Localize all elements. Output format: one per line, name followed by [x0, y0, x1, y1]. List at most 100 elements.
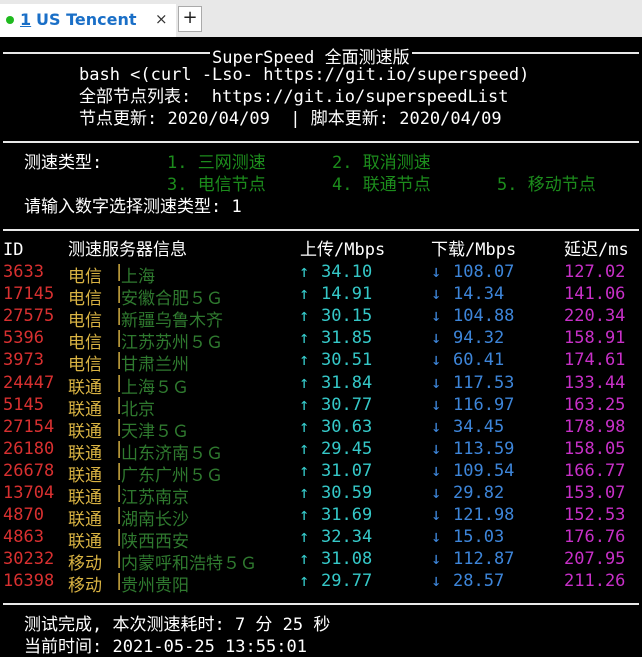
latency-cell: 207.95 [564, 549, 626, 570]
down-arrow-icon: ↓ [431, 416, 442, 437]
up-arrow-icon: ↑ [299, 394, 310, 415]
upload-cell: 31.07 [321, 460, 373, 481]
up-arrow-icon: ↑ [299, 284, 310, 305]
menu-option-2: 2. 取消测速 [332, 153, 431, 173]
upload-cell: 29.77 [321, 571, 373, 592]
isp-cell: 移动 [68, 576, 102, 597]
id-cell: 30232 [3, 549, 55, 570]
up-arrow-icon: ↑ [299, 262, 310, 282]
divider [3, 229, 639, 231]
download-cell: 108.07 [453, 262, 515, 282]
terminal[interactable]: SuperSpeed 全面测速版 bash <(curl -Lso- https… [0, 37, 642, 657]
down-arrow-icon: ↓ [431, 505, 442, 526]
upload-cell: 30.77 [321, 394, 373, 415]
up-arrow-icon: ↑ [299, 505, 310, 526]
up-arrow-icon: ↑ [299, 306, 310, 327]
col-header-id: ID [3, 240, 24, 260]
col-header-info: 测速服务器信息 [68, 240, 187, 260]
tab-bar: 1 US Tencent × + [0, 0, 642, 37]
id-cell: 17145 [3, 284, 55, 305]
down-arrow-icon: ↓ [431, 394, 442, 415]
download-cell: 34.45 [453, 416, 505, 437]
down-arrow-icon: ↓ [431, 262, 442, 282]
down-arrow-icon: ↓ [431, 438, 442, 459]
download-cell: 117.53 [453, 372, 515, 393]
download-cell: 109.54 [453, 460, 515, 481]
id-cell: 5396 [3, 328, 44, 349]
up-arrow-icon: ↑ [299, 460, 310, 481]
upload-cell: 31.84 [321, 372, 373, 393]
down-arrow-icon: ↓ [431, 571, 442, 592]
divider [3, 141, 639, 143]
latency-cell: 176.76 [564, 527, 626, 548]
download-cell: 116.97 [453, 394, 515, 415]
latency-cell: 163.25 [564, 394, 626, 415]
id-cell: 13704 [3, 483, 55, 503]
new-tab-button[interactable]: + [178, 6, 202, 32]
id-cell: 3633 [3, 262, 44, 282]
up-arrow-icon: ↑ [299, 483, 310, 503]
down-arrow-icon: ↓ [431, 549, 442, 570]
latency-cell: 141.06 [564, 284, 626, 305]
up-arrow-icon: ↑ [299, 328, 310, 349]
upload-cell: 29.45 [321, 438, 373, 459]
id-cell: 27154 [3, 416, 55, 437]
menu-label: 测速类型: [24, 153, 103, 173]
download-cell: 60.41 [453, 350, 505, 371]
latency-cell: 127.02 [564, 262, 626, 282]
down-arrow-icon: ↓ [431, 527, 442, 548]
id-cell: 4863 [3, 527, 44, 548]
up-arrow-icon: ↑ [299, 571, 310, 592]
menu-option-3: 3. 电信节点 [167, 175, 266, 195]
divider [3, 603, 639, 605]
down-arrow-icon: ↓ [431, 483, 442, 503]
upload-cell: 31.85 [321, 328, 373, 349]
session-tab[interactable]: 1 US Tencent × [0, 4, 176, 37]
upload-cell: 30.63 [321, 416, 373, 437]
upload-cell: 31.08 [321, 549, 373, 570]
menu-option-4: 4. 联通节点 [332, 175, 431, 195]
id-cell: 16398 [3, 571, 55, 592]
download-cell: 94.32 [453, 328, 505, 349]
id-cell: 26180 [3, 438, 55, 459]
latency-cell: 174.61 [564, 350, 626, 371]
latency-cell: 158.91 [564, 328, 626, 349]
latency-cell: 152.53 [564, 505, 626, 526]
col-header-latency: 延迟/ms [564, 240, 629, 260]
up-arrow-icon: ↑ [299, 438, 310, 459]
upload-cell: 34.10 [321, 262, 373, 282]
up-arrow-icon: ↑ [299, 416, 310, 437]
id-cell: 5145 [3, 394, 44, 415]
close-tab-icon[interactable]: × [155, 10, 168, 28]
download-cell: 14.34 [453, 284, 505, 305]
current-time: 当前时间: 2021-05-25 13:55:01 [24, 637, 307, 657]
upload-cell: 30.51 [321, 350, 373, 371]
banner-list-url: 全部节点列表: https://git.io/superspeedList [79, 87, 509, 107]
download-cell: 28.57 [453, 571, 505, 592]
download-cell: 112.87 [453, 549, 515, 570]
latency-cell: 153.07 [564, 483, 626, 503]
menu-option-5: 5. 移动节点 [497, 175, 596, 195]
latency-cell: 220.34 [564, 306, 626, 327]
latency-cell: 158.05 [564, 438, 626, 459]
id-cell: 24447 [3, 372, 55, 393]
up-arrow-icon: ↑ [299, 527, 310, 548]
down-arrow-icon: ↓ [431, 350, 442, 371]
banner-update-date: 节点更新: 2020/04/09 | 脚本更新: 2020/04/09 [79, 109, 502, 129]
up-arrow-icon: ↑ [299, 549, 310, 570]
upload-cell: 30.15 [321, 306, 373, 327]
down-arrow-icon: ↓ [431, 460, 442, 481]
location-cell: 贵州贵阳 [121, 576, 189, 597]
col-header-upload: 上传/Mbps [300, 240, 386, 260]
download-cell: 113.59 [453, 438, 515, 459]
latency-cell: 133.44 [564, 372, 626, 393]
upload-cell: 32.34 [321, 527, 373, 548]
up-arrow-icon: ↑ [299, 350, 310, 371]
upload-cell: 14.91 [321, 284, 373, 305]
tab-title: US Tencent [36, 10, 137, 29]
up-arrow-icon: ↑ [299, 372, 310, 393]
download-cell: 15.03 [453, 527, 505, 548]
download-cell: 29.82 [453, 483, 505, 503]
col-header-download: 下载/Mbps [431, 240, 517, 260]
latency-cell: 166.77 [564, 460, 626, 481]
